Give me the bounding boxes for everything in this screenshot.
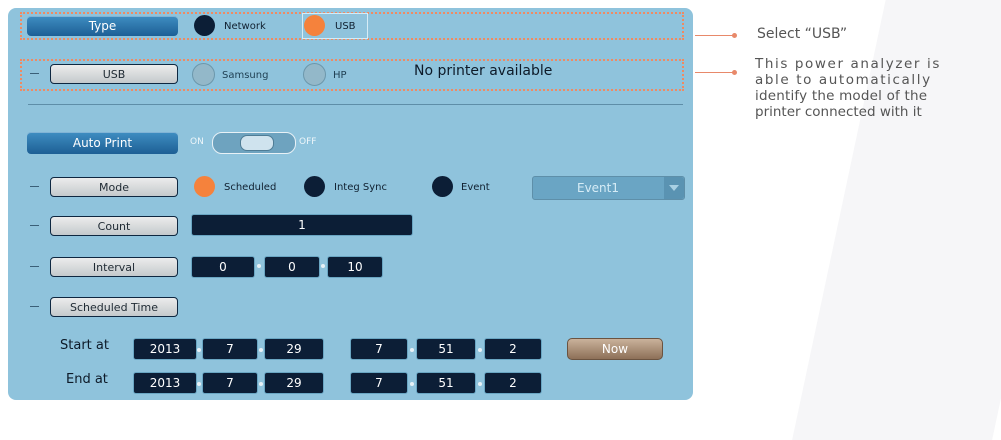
usb-label: USB (335, 21, 356, 32)
now-button[interactable]: Now (567, 338, 663, 360)
scheduled-time-label-button: Scheduled Time (50, 297, 178, 317)
integ-sync-radio[interactable] (304, 176, 325, 197)
callout-dot (732, 33, 737, 38)
usb-radio[interactable] (304, 15, 325, 36)
hp-label: HP (333, 70, 347, 81)
detect-note-line: able to automatically (755, 72, 932, 88)
detect-note-line: printer connected with it (755, 104, 922, 120)
network-label: Network (224, 21, 266, 32)
type-header: Type (27, 16, 178, 36)
interval-hours-input[interactable]: 0 (191, 256, 255, 278)
count-input[interactable]: 1 (191, 214, 413, 236)
scheduled-label: Scheduled (224, 182, 277, 193)
separator-dot (321, 264, 325, 268)
off-label: OFF (299, 137, 317, 147)
separator-dot (197, 382, 201, 386)
separator-dot (410, 382, 414, 386)
start-second-input[interactable]: 2 (484, 338, 542, 360)
event-select-value: Event1 (576, 181, 619, 195)
separator-dot (478, 348, 482, 352)
start-year-input[interactable]: 2013 (133, 338, 197, 360)
end-year-input[interactable]: 2013 (133, 372, 197, 394)
scheduled-radio[interactable] (194, 176, 215, 197)
separator-dot (257, 264, 261, 268)
select-usb-note: Select “USB” (757, 26, 848, 42)
auto-print-header: Auto Print (27, 132, 178, 154)
end-minute-input[interactable]: 51 (416, 372, 476, 394)
chevron-down-icon (669, 185, 679, 191)
interval-seconds-input[interactable]: 10 (327, 256, 383, 278)
separator-dot (197, 348, 201, 352)
interval-minutes-input[interactable]: 0 (264, 256, 320, 278)
end-hour-input[interactable]: 7 (350, 372, 408, 394)
start-hour-input[interactable]: 7 (350, 338, 408, 360)
mode-label-button: Mode (50, 177, 178, 197)
callout-line (695, 35, 735, 36)
on-label: ON (190, 137, 204, 147)
end-day-input[interactable]: 29 (264, 372, 324, 394)
usb-label-button: USB (50, 64, 178, 84)
toggle-knob[interactable] (240, 135, 274, 151)
tree-dash (30, 225, 39, 226)
event-radio[interactable] (432, 176, 453, 197)
separator-dot (478, 382, 482, 386)
section-divider (28, 104, 683, 105)
end-second-input[interactable]: 2 (484, 372, 542, 394)
end-month-input[interactable]: 7 (202, 372, 258, 394)
integ-sync-label: Integ Sync (334, 182, 387, 193)
separator-dot (259, 348, 263, 352)
count-label-button: Count (50, 216, 178, 236)
start-at-label: Start at (60, 338, 109, 353)
tree-dash (30, 266, 39, 267)
separator-dot (259, 382, 263, 386)
printer-settings-panel: Type Network USB USB Samsung HP No print… (8, 8, 693, 400)
dropdown-button[interactable] (664, 177, 684, 199)
detect-note: This power analyzer is able to automatic… (755, 56, 995, 120)
network-radio[interactable] (194, 15, 215, 36)
detect-note-line: identify the model of the (755, 88, 928, 104)
tree-dash (30, 306, 39, 307)
hp-radio[interactable] (303, 63, 326, 86)
detect-note-line: This power analyzer is (755, 56, 941, 72)
samsung-radio[interactable] (192, 63, 215, 86)
interval-label-button: Interval (50, 257, 178, 277)
end-at-label: End at (66, 372, 108, 387)
start-day-input[interactable]: 29 (264, 338, 324, 360)
callout-line (695, 72, 735, 73)
start-month-input[interactable]: 7 (202, 338, 258, 360)
event-select[interactable]: Event1 (532, 176, 685, 200)
tree-dash (30, 186, 39, 187)
tree-dash (30, 73, 39, 74)
event-label: Event (461, 182, 490, 193)
separator-dot (410, 348, 414, 352)
callout-dot (732, 70, 737, 75)
printer-status: No printer available (414, 63, 553, 79)
samsung-label: Samsung (222, 70, 269, 81)
auto-print-toggle[interactable] (212, 132, 296, 154)
start-minute-input[interactable]: 51 (416, 338, 476, 360)
